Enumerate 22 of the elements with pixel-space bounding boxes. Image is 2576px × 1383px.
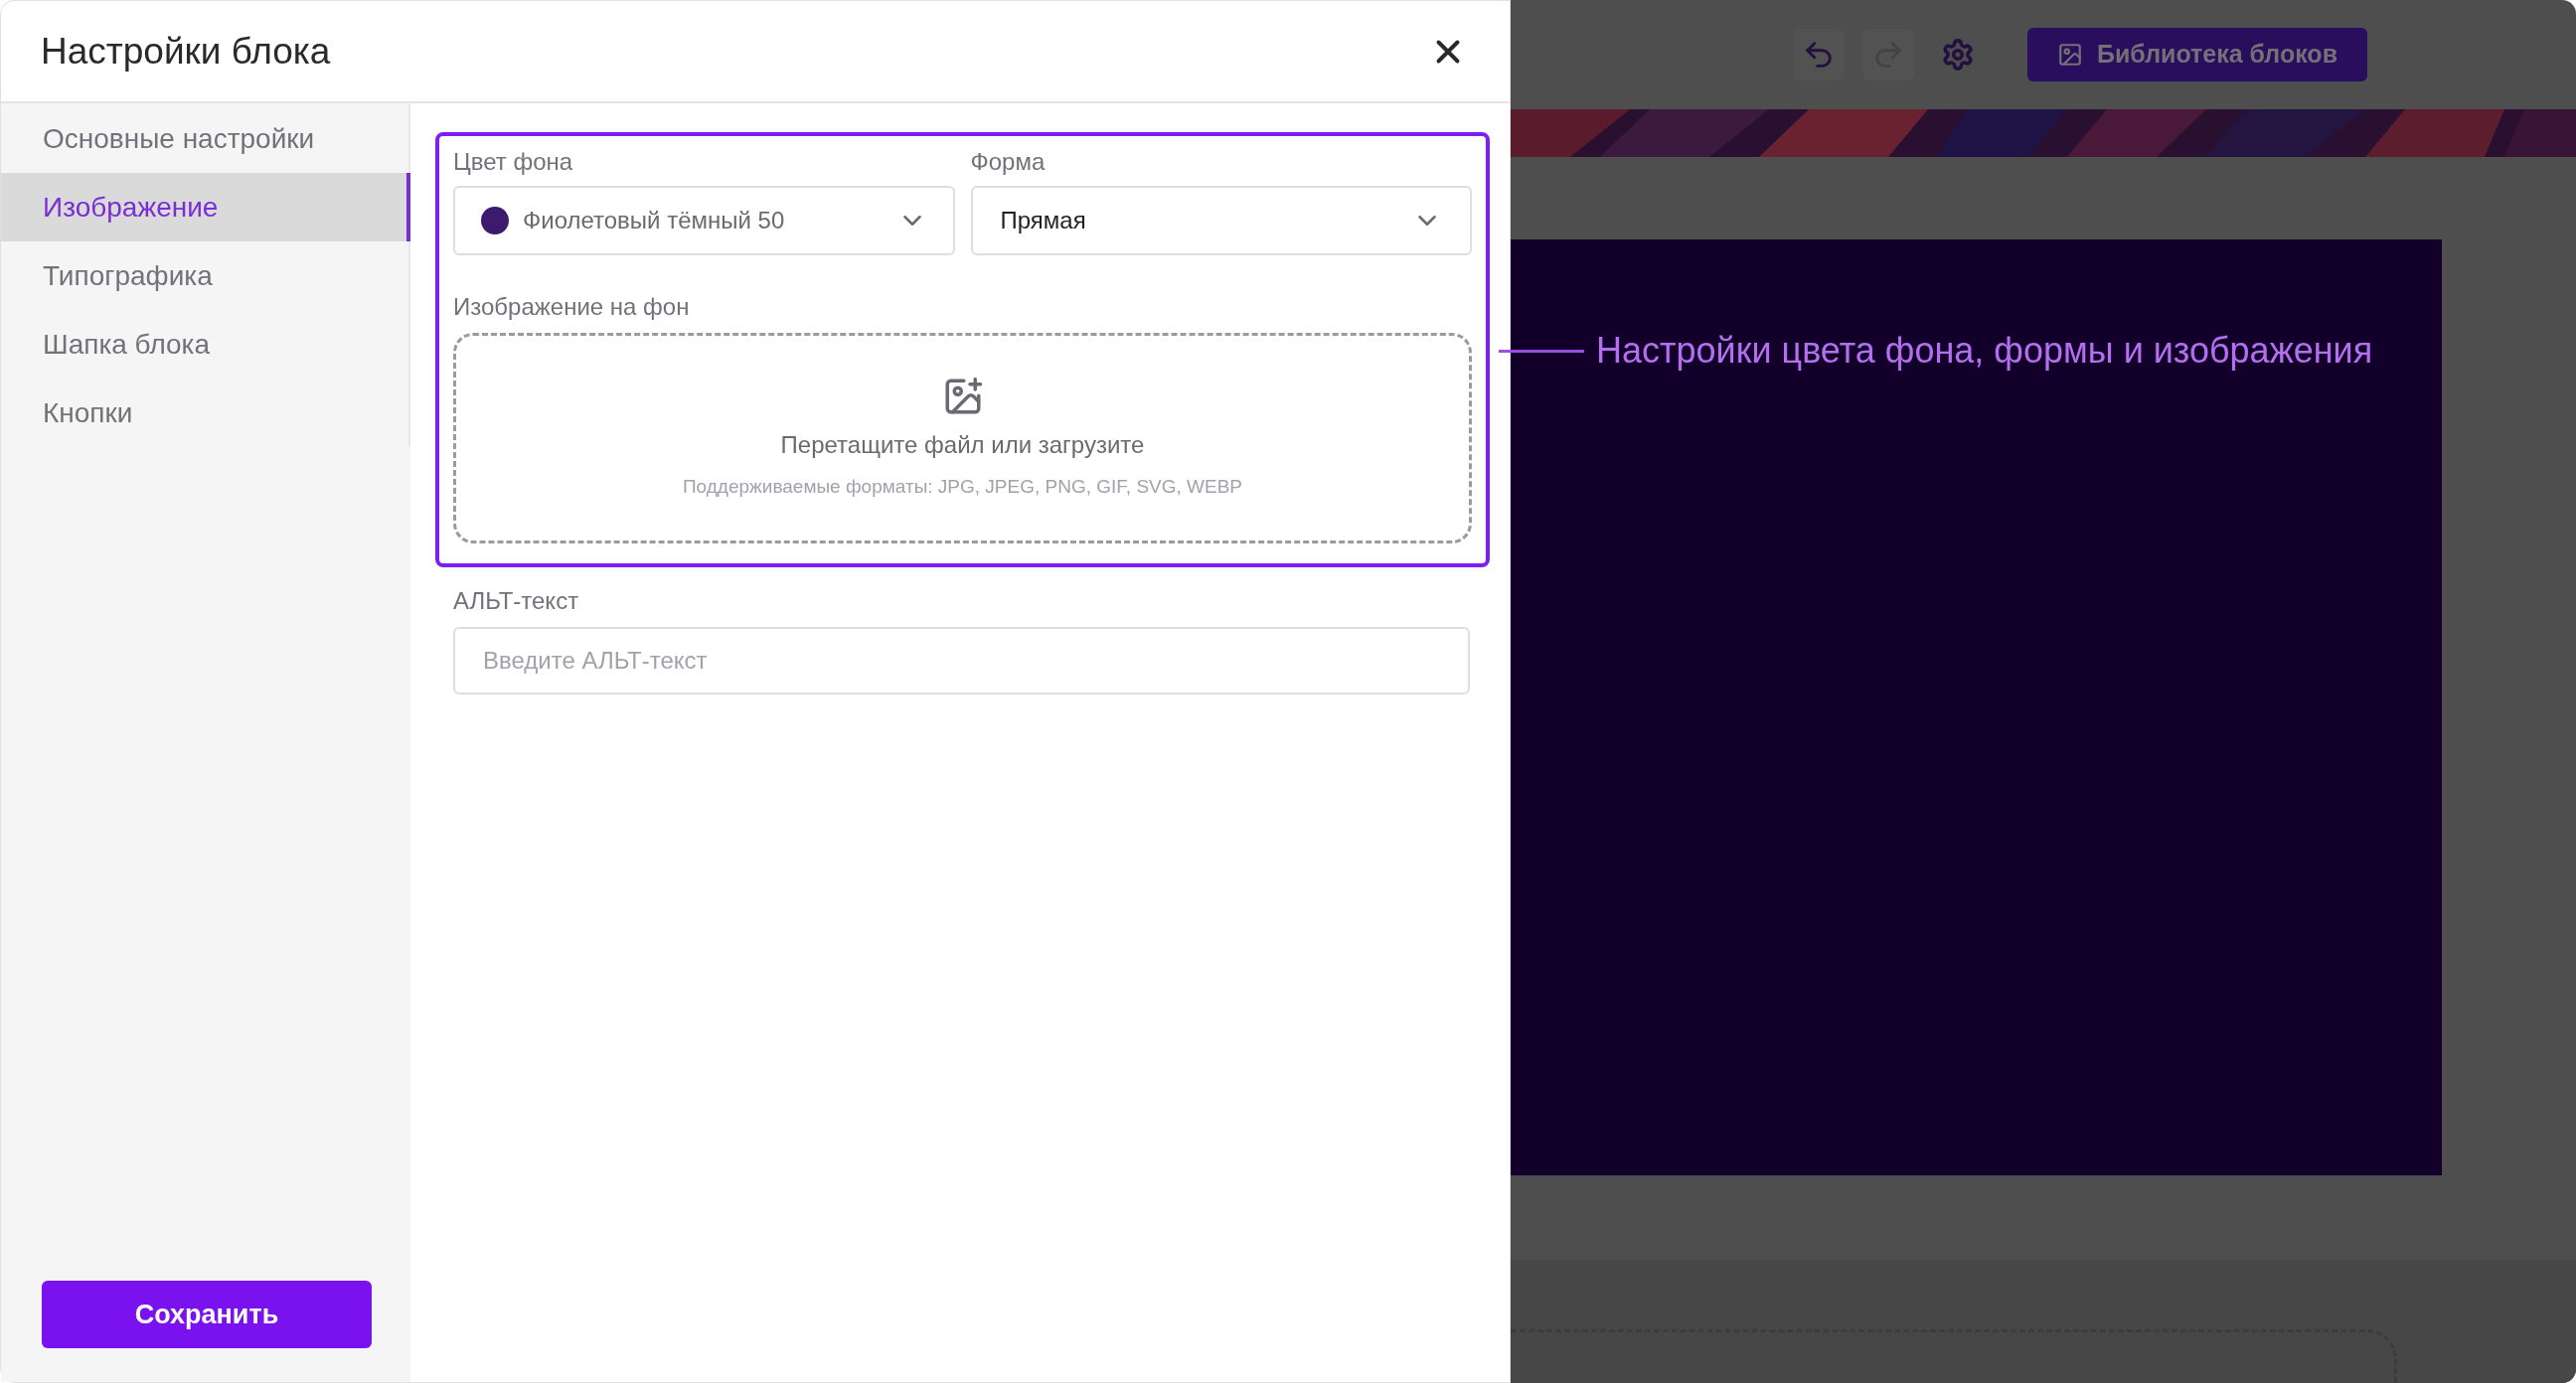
image-icon — [2056, 42, 2083, 68]
color-swatch-icon — [481, 207, 509, 234]
upload-hint: Перетащите файл или загрузите — [780, 429, 1145, 460]
color-select[interactable]: Фиолетовый тёмный 50 — [453, 186, 955, 255]
upload-dropzone[interactable]: Перетащите файл или загрузите Поддерживаемые форматы: JPG, JPEG, PNG, GIF, SVG, WEBP — [453, 333, 1472, 543]
sidebar-item[interactable]: Шапка блока — [1, 310, 410, 379]
field-label: Изображение на фон — [453, 292, 691, 322]
field-label: Форма — [970, 147, 1046, 177]
field-label: Цвет фона — [453, 147, 574, 177]
dialog-title: Настройки блока — [41, 29, 331, 74]
undo-button[interactable] — [1792, 29, 1845, 80]
alt-text-field[interactable]: Введите АЛЬТ-текст — [453, 627, 1470, 694]
sidebar-item[interactable]: Кнопки — [1, 379, 410, 447]
block-library-button[interactable]: Библиотека блоков — [2026, 28, 2367, 81]
sidebar-item[interactable]: Изображение — [1, 173, 410, 241]
annotation-text: Настройки цвета фона, формы и изображения — [1596, 329, 2373, 373]
save-button[interactable]: Сохранить — [42, 1281, 372, 1348]
supported-formats: Поддерживаемые форматы: JPG, JPEG, PNG, GIF, SVG, WEBP — [682, 474, 1243, 499]
field-label: АЛЬТ-текст — [453, 586, 580, 616]
shape-select[interactable]: Прямая — [970, 186, 1472, 255]
settings-icon — [1940, 38, 1975, 72]
sidebar-item[interactable]: Типографика — [1, 241, 410, 310]
